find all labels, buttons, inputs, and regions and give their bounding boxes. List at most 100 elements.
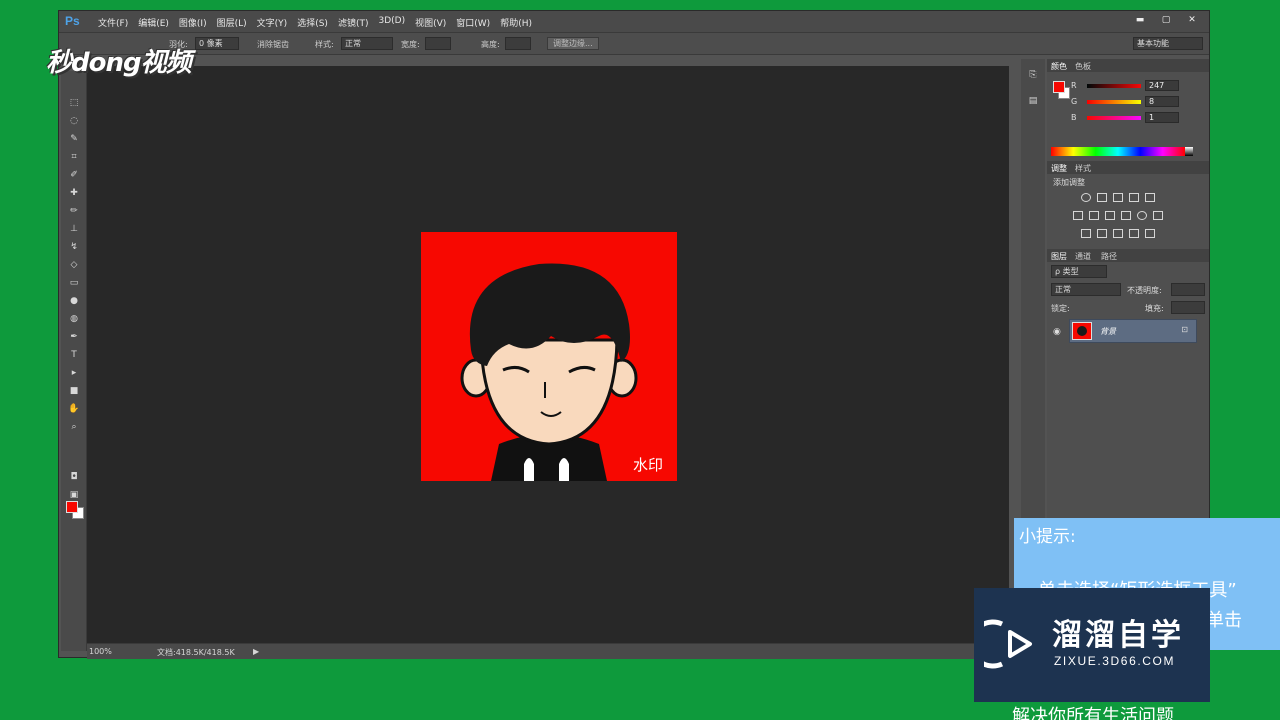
fill-input[interactable] <box>1171 301 1205 314</box>
curves-adjust-icon[interactable] <box>1113 193 1123 202</box>
exposure-adjust-icon[interactable] <box>1129 193 1139 202</box>
antialias-checkbox[interactable]: 消除锯齿 <box>257 39 289 50</box>
photo-filter-icon[interactable] <box>1121 211 1131 220</box>
pen-tool-icon[interactable]: ✒ <box>67 331 81 343</box>
menu-items: 文件(F) 编辑(E) 图像(I) 图层(L) 文字(Y) 选择(S) 滤镜(T… <box>93 16 537 29</box>
selective-color-icon[interactable] <box>1145 229 1155 238</box>
menu-help[interactable]: 帮助(H) <box>495 16 537 29</box>
width-label: 宽度: <box>401 40 420 49</box>
layer-thumbnail <box>1072 322 1092 340</box>
canvas-image[interactable]: 水印 <box>421 232 677 481</box>
invert-icon[interactable] <box>1081 229 1091 238</box>
layer-row-background[interactable]: 背景 ⊡ <box>1069 319 1197 343</box>
minimize-button[interactable]: ▬ <box>1129 13 1151 27</box>
fill-label: 填充: <box>1145 304 1164 313</box>
healing-brush-icon[interactable]: ✚ <box>67 187 81 199</box>
tab-color[interactable]: 颜色 <box>1051 61 1067 72</box>
brush-tool-icon[interactable]: ✏ <box>67 205 81 217</box>
tab-layers[interactable]: 图层 <box>1051 251 1067 262</box>
blue-value-input[interactable]: 1 <box>1145 112 1179 123</box>
menu-file[interactable]: 文件(F) <box>93 16 133 29</box>
history-panel-icon[interactable]: ⎘ <box>1026 69 1040 81</box>
feather-input[interactable]: 0 像素 <box>195 37 239 50</box>
stamp-tool-icon[interactable]: ⊥ <box>67 223 81 235</box>
quick-mask-icon[interactable]: ◘ <box>67 471 81 483</box>
red-slider[interactable] <box>1087 84 1141 88</box>
menu-image[interactable]: 图像(I) <box>174 16 212 29</box>
blue-slider[interactable] <box>1087 116 1141 120</box>
screen-mode-icon[interactable]: ▣ <box>67 489 81 501</box>
watermark-text[interactable]: 水印 <box>633 454 663 475</box>
refine-edge-button[interactable]: 调整边缘... <box>547 37 599 50</box>
blend-mode-select[interactable]: 正常 <box>1051 283 1121 296</box>
layer-name[interactable]: 背景 <box>1100 326 1116 337</box>
tab-channels[interactable]: 通道 <box>1075 251 1091 262</box>
opacity-input[interactable] <box>1171 283 1205 296</box>
menu-type[interactable]: 文字(Y) <box>252 16 293 29</box>
tab-swatches[interactable]: 色板 <box>1075 61 1091 72</box>
green-slider[interactable] <box>1087 100 1141 104</box>
zixue-brand-name: 溜溜自学 <box>1052 618 1184 653</box>
color-lookup-icon[interactable] <box>1153 211 1163 220</box>
vibrance-adjust-icon[interactable] <box>1145 193 1155 202</box>
height-input[interactable] <box>505 37 531 50</box>
layers-panel-tabs: 图层 通道 路径 <box>1047 249 1209 262</box>
bottom-caption: 解决你所有生活问题 <box>1012 706 1174 720</box>
type-tool-icon[interactable]: T <box>67 349 81 361</box>
layer-filter-select[interactable]: ρ 类型 <box>1051 265 1107 278</box>
posterize-icon[interactable] <box>1097 229 1107 238</box>
foreground-color-swatch[interactable] <box>66 501 78 513</box>
menu-window[interactable]: 窗口(W) <box>451 16 495 29</box>
menu-layer[interactable]: 图层(L) <box>212 16 252 29</box>
properties-panel-icon[interactable]: ▤ <box>1026 95 1040 107</box>
threshold-icon[interactable] <box>1113 229 1123 238</box>
workspace-select[interactable]: 基本功能 <box>1133 37 1203 50</box>
marquee-tool-icon[interactable]: ⬚ <box>67 97 81 109</box>
path-select-icon[interactable]: ▸ <box>67 367 81 379</box>
tab-styles[interactable]: 样式 <box>1075 163 1091 174</box>
eye-visibility-icon[interactable]: ◉ <box>1053 327 1061 337</box>
zoom-level[interactable]: 100% <box>89 647 112 656</box>
close-button[interactable]: ✕ <box>1181 13 1203 27</box>
channel-mixer-icon[interactable] <box>1137 211 1147 220</box>
blur-tool-icon[interactable]: ● <box>67 295 81 307</box>
status-menu-arrow-icon[interactable]: ▶ <box>253 647 259 656</box>
history-brush-icon[interactable]: ↯ <box>67 241 81 253</box>
brightness-adjust-icon[interactable] <box>1081 193 1091 202</box>
quick-select-tool-icon[interactable]: ✎ <box>67 133 81 145</box>
right-panels: 颜色 色板 R 247 G 8 B 1 调整 样式 添加调整 图层 通道 路径 … <box>1047 59 1209 519</box>
document-canvas-area[interactable]: 水印 <box>87 66 1009 643</box>
menu-select[interactable]: 选择(S) <box>292 16 333 29</box>
gradient-tool-icon[interactable]: ▭ <box>67 277 81 289</box>
black-white-icon[interactable] <box>1105 211 1115 220</box>
eraser-tool-icon[interactable]: ◇ <box>67 259 81 271</box>
color-spectrum-bw[interactable] <box>1185 147 1193 156</box>
levels-adjust-icon[interactable] <box>1097 193 1107 202</box>
style-select[interactable]: 正常 <box>341 37 393 50</box>
eyedropper-tool-icon[interactable]: ✐ <box>67 169 81 181</box>
tab-paths[interactable]: 路径 <box>1101 251 1117 262</box>
crop-tool-icon[interactable]: ⌗ <box>67 151 81 163</box>
lasso-tool-icon[interactable]: ◌ <box>67 115 81 127</box>
dodge-tool-icon[interactable]: ◍ <box>67 313 81 325</box>
red-value-input[interactable]: 247 <box>1145 80 1179 91</box>
menu-edit[interactable]: 编辑(E) <box>133 16 174 29</box>
menu-3d[interactable]: 3D(D) <box>373 16 410 29</box>
color-balance-icon[interactable] <box>1089 211 1099 220</box>
zoom-tool-icon[interactable]: ⌕ <box>67 421 81 433</box>
hue-saturation-icon[interactable] <box>1073 211 1083 220</box>
lock-label: 锁定: <box>1051 304 1070 313</box>
color-spectrum-bar[interactable] <box>1051 147 1185 156</box>
width-input[interactable] <box>425 37 451 50</box>
shape-tool-icon[interactable]: ■ <box>67 385 81 397</box>
green-value-input[interactable]: 8 <box>1145 96 1179 107</box>
menu-view[interactable]: 视图(V) <box>410 16 451 29</box>
gradient-map-icon[interactable] <box>1129 229 1139 238</box>
menu-filter[interactable]: 滤镜(T) <box>333 16 374 29</box>
color-fg-swatch[interactable] <box>1053 81 1065 93</box>
tab-adjustments[interactable]: 调整 <box>1051 163 1067 174</box>
menu-bar: Ps 文件(F) 编辑(E) 图像(I) 图层(L) 文字(Y) 选择(S) 滤… <box>59 11 1209 33</box>
hand-tool-icon[interactable]: ✋ <box>67 403 81 415</box>
restore-button[interactable]: ▢ <box>1155 13 1177 27</box>
zixue-url: ZIXUE.3D66.COM <box>1054 654 1176 668</box>
